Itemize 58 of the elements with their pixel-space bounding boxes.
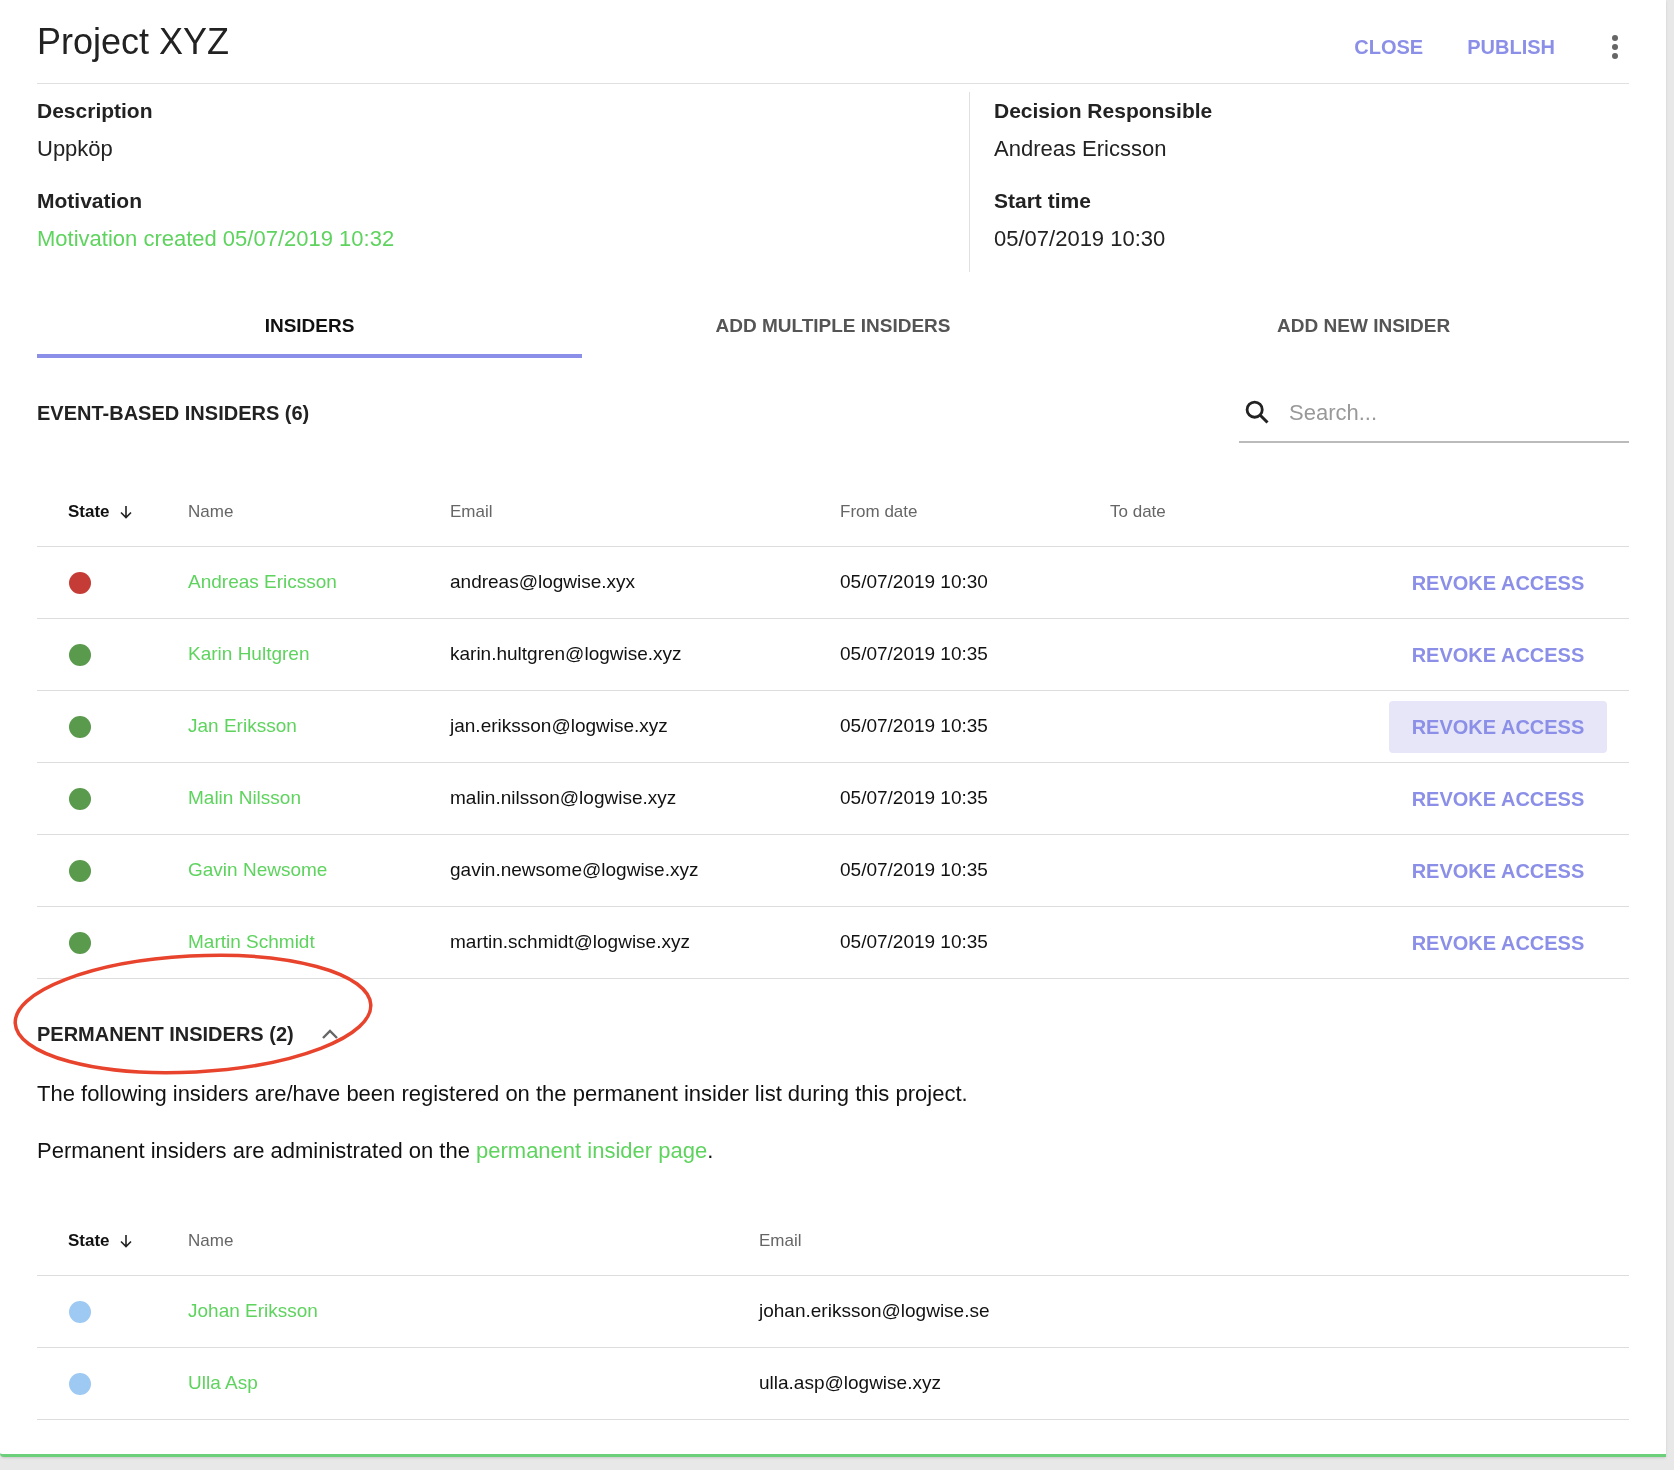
insider-name-link[interactable]: Malin Nilsson xyxy=(188,784,301,813)
section-title: EVENT-BASED INSIDERS (6) xyxy=(37,401,310,426)
info-paragraph: The following insiders are/have been registered on the permanent insider list during this project. xyxy=(37,1080,969,1108)
info-paragraph: Permanent insiders are administrated on the permanent insider page. xyxy=(37,1137,715,1165)
field-value: Uppköp xyxy=(37,135,113,163)
section-title: PERMANENT INSIDERS (2) xyxy=(37,1022,294,1047)
insider-name-link[interactable]: Karin Hultgren xyxy=(188,640,310,669)
field-value: Motivation created 05/07/2019 10:32 xyxy=(37,225,395,253)
field-label: Motivation xyxy=(37,188,142,214)
column-header: Name xyxy=(188,501,234,524)
column-header: Email xyxy=(450,501,493,524)
search-icon xyxy=(1243,398,1271,426)
email-cell-text: ulla.asp@logwise.xyz xyxy=(759,1371,941,1396)
date-cell-text: 05/07/2019 10:35 xyxy=(840,786,988,811)
insider-name-link[interactable]: Martin Schmidt xyxy=(188,928,315,957)
tab[interactable]: INSIDERS xyxy=(37,298,582,358)
column-header: Name xyxy=(188,1230,234,1253)
email-cell-text: karin.hultgren@logwise.xyz xyxy=(450,642,682,667)
revoke-access-button[interactable]: REVOKE ACCESS xyxy=(1389,556,1607,609)
email-cell-text: johan.eriksson@logwise.se xyxy=(759,1299,990,1324)
field-value: Andreas Ericsson xyxy=(994,135,1167,163)
field-label: Start time xyxy=(994,188,1091,214)
column-header: Email xyxy=(759,1230,802,1253)
column-header: To date xyxy=(1110,501,1166,524)
email-cell-text: gavin.newsome@logwise.xyz xyxy=(450,858,699,883)
field-value: 05/07/2019 10:30 xyxy=(994,225,1166,253)
field-label: Decision Responsible xyxy=(994,98,1213,124)
field-label: Description xyxy=(37,98,153,124)
tab[interactable]: ADD NEW INSIDER xyxy=(1098,298,1629,358)
date-cell-text: 05/07/2019 10:35 xyxy=(840,858,988,883)
email-cell-text: andreas@logwise.xyx xyxy=(450,570,636,595)
page-title: Project XYZ xyxy=(37,19,230,64)
insider-name-link[interactable]: Jan Eriksson xyxy=(188,712,297,741)
column-header: From date xyxy=(840,501,918,524)
revoke-access-button[interactable]: REVOKE ACCESS xyxy=(1389,844,1607,897)
search-input[interactable]: Search... xyxy=(1289,395,1589,429)
insider-name-link[interactable]: Johan Eriksson xyxy=(188,1297,318,1326)
email-cell-text: malin.nilsson@logwise.xyz xyxy=(450,786,677,811)
insider-name-link[interactable]: Ulla Asp xyxy=(188,1369,258,1398)
email-cell-text: jan.eriksson@logwise.xyz xyxy=(450,714,668,739)
header-action-button[interactable]: PUBLISH xyxy=(1459,27,1563,66)
date-cell-text: 05/07/2019 10:35 xyxy=(840,642,988,667)
permanent-insider-page-link[interactable]: permanent insider page xyxy=(476,1138,708,1163)
date-cell-text: 05/07/2019 10:35 xyxy=(840,930,988,955)
email-cell-text: martin.schmidt@logwise.xyz xyxy=(450,930,690,955)
search-field[interactable]: Search... xyxy=(1239,383,1629,443)
header-action-button[interactable]: CLOSE xyxy=(1346,27,1432,66)
insider-name-link[interactable]: Gavin Newsome xyxy=(188,856,328,885)
column-header[interactable]: State xyxy=(68,1228,110,1254)
date-cell-text: 05/07/2019 10:30 xyxy=(840,570,988,595)
revoke-access-button[interactable]: REVOKE ACCESS xyxy=(1389,916,1607,969)
more-menu-icon[interactable] xyxy=(1611,33,1619,60)
revoke-access-button[interactable]: REVOKE ACCESS xyxy=(1389,628,1607,681)
column-header[interactable]: State xyxy=(68,499,110,525)
insider-name-link[interactable]: Andreas Ericsson xyxy=(188,568,337,597)
revoke-access-button[interactable]: REVOKE ACCESS xyxy=(1389,772,1607,825)
date-cell-text: 05/07/2019 10:35 xyxy=(840,714,988,739)
revoke-access-button[interactable]: REVOKE ACCESS xyxy=(1389,700,1607,753)
